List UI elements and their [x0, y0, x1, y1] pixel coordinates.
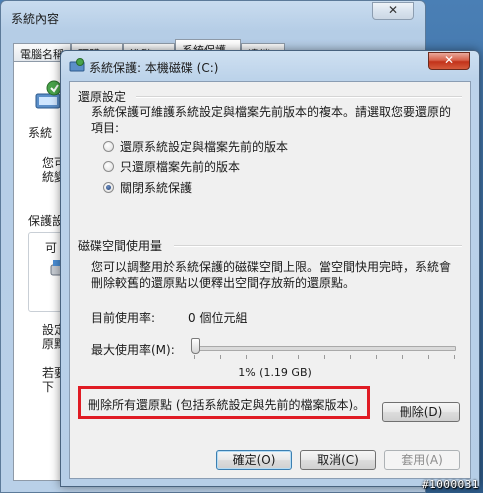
close-icon: ✕: [387, 3, 399, 17]
back-text-protection-settings: 保護設: [28, 214, 65, 228]
system-protection-icon: [69, 58, 85, 72]
slider-ticks: [194, 355, 455, 359]
radio-button[interactable]: [103, 160, 114, 172]
radio-button[interactable]: [103, 140, 114, 152]
close-button[interactable]: ✕: [372, 2, 414, 20]
delete-button[interactable]: 刪除(D): [382, 402, 460, 422]
dialog-title: 系統保護: 本機磁碟 (C:): [89, 61, 219, 75]
disk-usage-description: 您可以調整用於系統保護的磁碟空間上限。當空間快用完時，系統會刪除較舊的還原點以便…: [91, 260, 452, 290]
radio-button-selected[interactable]: [103, 181, 114, 193]
delete-restore-points-label: 刪除所有還原點 (包括系統設定與先前的檔案版本)。: [88, 398, 366, 412]
restore-settings-heading: 還原設定: [78, 90, 127, 104]
system-protection-dialog: 系統保護: 本機磁碟 (C:) ✕ 還原設定 系統保護可維護系統設定與檔案先前版…: [60, 50, 480, 487]
current-usage-label: 目前使用率:: [91, 311, 156, 325]
divider: [174, 245, 462, 247]
current-usage-value: 0 個位元組: [188, 311, 248, 325]
disk-usage-heading: 磁碟空間使用量: [78, 239, 163, 253]
radio-turn-off-protection[interactable]: 關閉系統保護: [103, 179, 192, 195]
window-title: 系統內容: [11, 12, 60, 26]
desktop: 系統內容 ✕ 電腦名稱 硬體 進階 系統保護 遠端: [0, 0, 483, 493]
close-icon: ✕: [443, 53, 455, 67]
watermark-text: #1000031: [422, 478, 479, 491]
drive-list-header: 可: [45, 241, 58, 255]
dialog-body: 還原設定 系統保護可維護系統設定與檔案先前版本的複本。請選取您要還原的項目: 還…: [69, 81, 471, 479]
apply-button[interactable]: 套用(A): [384, 450, 460, 470]
divider: [136, 96, 462, 98]
max-usage-slider-thumb[interactable]: [190, 338, 200, 354]
radio-restore-files-only[interactable]: 只還原檔案先前的版本: [103, 158, 240, 174]
back-text-system: 系統: [28, 126, 53, 140]
dialog-close-button[interactable]: ✕: [428, 52, 470, 70]
cancel-button[interactable]: 取消(C): [300, 450, 376, 470]
restore-description: 系統保護可維護系統設定與檔案先前版本的複本。請選取您要還原的項目:: [91, 105, 452, 135]
ok-button[interactable]: 確定(O): [216, 450, 292, 470]
max-usage-label: 最大使用率(M):: [91, 343, 175, 357]
max-usage-value: 1% (1.19 GB): [238, 366, 312, 379]
max-usage-slider-track[interactable]: [192, 346, 456, 351]
back-text-fragment: 下: [42, 380, 55, 394]
radio-restore-settings-and-files[interactable]: 還原系統設定與檔案先前的版本: [103, 138, 288, 154]
